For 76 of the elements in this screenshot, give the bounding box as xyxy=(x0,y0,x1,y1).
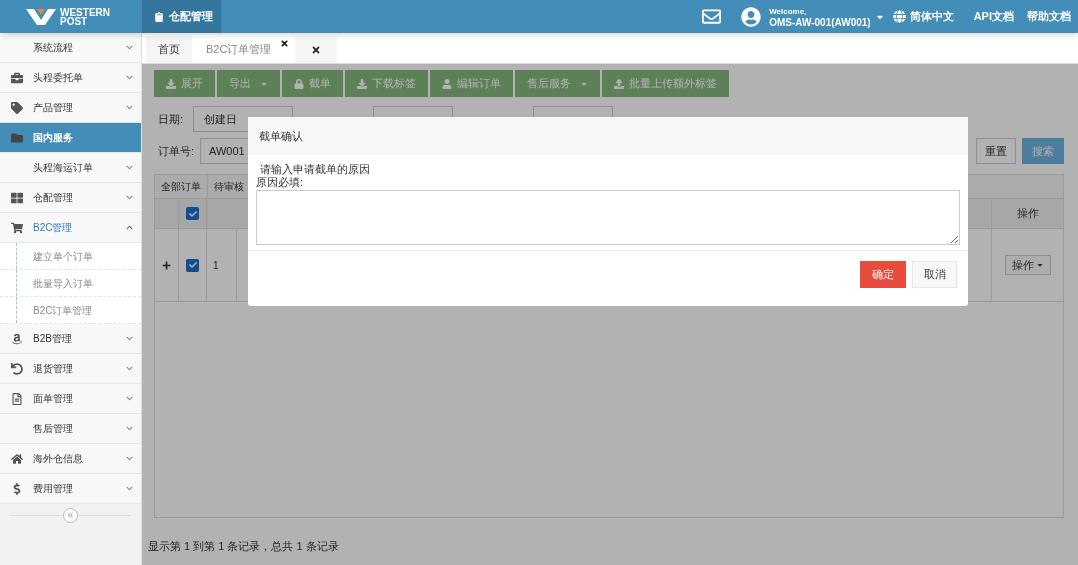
page-tab[interactable]: 首页 xyxy=(146,36,192,63)
logo-text: WESTERN xyxy=(60,7,110,17)
undo-icon xyxy=(10,362,23,375)
download-icon xyxy=(166,78,176,89)
confirm-button[interactable]: 确定 xyxy=(860,261,906,288)
date-label: 日期: xyxy=(158,111,184,127)
sidebar-item[interactable]: 面单管理 xyxy=(0,384,141,414)
checkbox[interactable] xyxy=(186,258,199,272)
avatar-icon[interactable] xyxy=(741,6,762,27)
logo-text: POST xyxy=(60,16,88,26)
clipboard-icon xyxy=(154,11,164,22)
chevron-down-icon xyxy=(126,455,133,462)
upload-icon xyxy=(614,78,624,89)
lock-icon xyxy=(294,78,304,89)
globe-icon[interactable] xyxy=(892,10,906,23)
check-icon xyxy=(188,261,197,269)
chevron-down-icon xyxy=(126,164,133,171)
pagination-info: 显示第 1 到第 1 条记录，总共 1 条记录 xyxy=(148,539,339,555)
page-tab[interactable] xyxy=(295,36,338,63)
chevron-down-icon xyxy=(126,365,133,372)
close-icon[interactable] xyxy=(311,44,322,55)
status-tab[interactable]: 全部订单 xyxy=(155,175,208,198)
amazon-icon xyxy=(10,332,23,345)
collapse-button[interactable]: « xyxy=(63,507,78,523)
header-link[interactable]: 帮助文档 xyxy=(1027,8,1071,25)
sidebar-item[interactable]: 海外仓信息 xyxy=(0,444,141,474)
sidebar-item[interactable]: B2C管理 xyxy=(0,213,141,243)
sidebar-item[interactable]: 售后管理 xyxy=(0,414,141,444)
header-link[interactable]: API文档 xyxy=(973,8,1014,25)
user-icon xyxy=(442,78,452,89)
chevron-down-icon xyxy=(126,74,133,81)
check-icon xyxy=(188,209,197,218)
download-icon xyxy=(357,78,367,89)
chevron-down-icon xyxy=(126,395,133,402)
sidebar-item[interactable]: 头程海运订单 xyxy=(0,153,141,183)
expand-icon[interactable] xyxy=(162,260,171,270)
nav-tab[interactable]: 仓配管理 xyxy=(142,0,221,33)
row-number: 1 xyxy=(213,258,219,273)
dialog-prompt: 请输入申请截单的原因 xyxy=(259,162,371,176)
sidebar-item[interactable]: 仓配管理 xyxy=(0,183,141,213)
document-icon xyxy=(10,392,23,405)
chevron-down-icon xyxy=(126,425,133,432)
language-link[interactable]: 简体中文 xyxy=(909,8,954,25)
sidebar-item[interactable]: B2B管理 xyxy=(0,324,141,354)
chevron-down-icon xyxy=(126,335,133,342)
sidebar-item[interactable]: 头程委托单 xyxy=(0,63,141,93)
home-icon xyxy=(10,452,23,465)
close-icon[interactable] xyxy=(280,39,290,48)
tag-icon xyxy=(10,101,23,114)
sidebar-item[interactable]: 退货管理 xyxy=(0,354,141,384)
field-label: 原因必填: xyxy=(256,176,305,189)
folder-icon xyxy=(10,131,23,144)
cart-icon xyxy=(10,221,23,234)
user-name[interactable]: OMS-AW-001(AW001) xyxy=(769,16,871,28)
logo-icon xyxy=(26,8,56,25)
sidebar-item[interactable]: 国内服务 xyxy=(0,123,141,153)
chevron-down-icon xyxy=(126,44,133,51)
chevron-down-icon xyxy=(126,194,133,201)
sidebar-item[interactable]: 费用管理 xyxy=(0,474,141,504)
sidebar-item[interactable]: 系统流程 xyxy=(0,33,141,63)
grid-icon xyxy=(10,191,23,204)
cancel-button[interactable]: 取消 xyxy=(912,261,957,288)
reason-field[interactable] xyxy=(256,190,960,245)
column-header: 操作 xyxy=(991,199,1063,228)
caret-icon xyxy=(1035,261,1044,269)
briefcase-icon xyxy=(10,71,23,84)
chevron-up-icon xyxy=(126,224,133,231)
chevron-down-icon xyxy=(126,104,133,111)
reset-button[interactable]: 重置 xyxy=(976,138,1016,164)
mail-icon[interactable] xyxy=(702,7,722,26)
action-dropdown[interactable]: 操作 xyxy=(1004,255,1051,275)
order-label: 订单号: xyxy=(158,143,195,159)
welcome-text: Welcome, xyxy=(769,5,808,17)
checkbox[interactable] xyxy=(186,207,199,220)
chevron-down-icon xyxy=(126,485,133,492)
sidebar-item[interactable]: 产品管理 xyxy=(0,93,141,123)
